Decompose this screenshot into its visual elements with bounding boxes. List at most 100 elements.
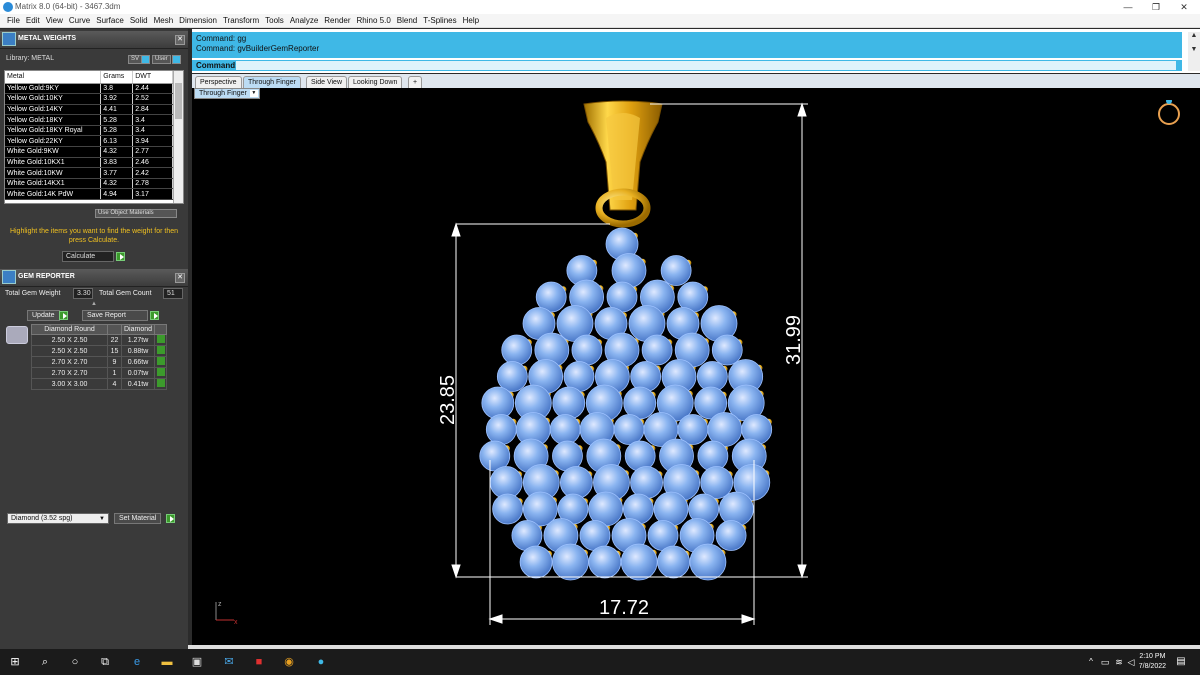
viewport[interactable]: 23.85 31.99 17.72 z x: [192, 100, 1200, 645]
chevron-down-icon[interactable]: ▼: [99, 514, 105, 525]
select-gem-icon[interactable]: [154, 367, 168, 379]
total-gem-weight-value: 3.30: [73, 288, 93, 299]
windows-start-icon[interactable]: ⊞: [6, 653, 24, 671]
select-gem-icon[interactable]: [154, 356, 168, 368]
tab-side-view[interactable]: Side View: [306, 76, 348, 88]
mail-icon[interactable]: ✉: [220, 653, 238, 671]
app-red-icon[interactable]: ■: [250, 653, 268, 671]
select-gem-icon[interactable]: [154, 378, 168, 390]
chevron-down-icon[interactable]: ▼: [249, 90, 258, 97]
col-diamond[interactable]: Diamond: [120, 324, 156, 335]
table-row[interactable]: White Gold:9KW 4.32 2.77: [5, 146, 173, 158]
menu-rhino[interactable]: Rhino 5.0: [354, 14, 394, 27]
menu-view[interactable]: View: [43, 14, 66, 27]
col-count[interactable]: [107, 324, 122, 335]
command-input[interactable]: [236, 61, 1176, 70]
add-tab-button[interactable]: +: [408, 76, 423, 88]
user-button[interactable]: User: [152, 55, 171, 64]
diamond-gem: [549, 414, 581, 445]
maximize-button[interactable]: ❐: [1142, 0, 1170, 14]
table-row[interactable]: White Gold:10KX1 3.83 2.46: [5, 157, 173, 169]
chevron-up-icon[interactable]: ^: [1084, 653, 1098, 671]
file-explorer-icon[interactable]: ▬: [158, 653, 176, 671]
menu-edit[interactable]: Edit: [23, 14, 43, 27]
col-grams[interactable]: Grams: [100, 71, 134, 84]
menu-file[interactable]: File: [4, 14, 23, 27]
material-select[interactable]: Diamond (3.52 spg): [7, 513, 109, 524]
menu-tools[interactable]: Tools: [262, 14, 287, 27]
table-row[interactable]: Yellow Gold:18KY 5.28 3.4: [5, 114, 173, 126]
metal-table-scrollbar[interactable]: [173, 71, 183, 203]
table-row[interactable]: Yellow Gold:22KY 6.13 3.94: [5, 135, 173, 148]
table-row[interactable]: Yellow Gold:14KY 4.41 2.84: [5, 104, 173, 116]
task-view-icon[interactable]: ⧉: [96, 653, 114, 671]
menu-solid[interactable]: Solid: [127, 14, 151, 27]
ring-icon[interactable]: [1158, 100, 1180, 125]
network-icon[interactable]: ▭: [1098, 653, 1112, 671]
chrome-icon[interactable]: ◉: [280, 653, 298, 671]
metal-table[interactable]: Metal Grams DWT Yellow Gold:9KY 3.8 2.44 Ye…: [4, 70, 184, 204]
update-button[interactable]: Update: [27, 310, 60, 321]
select-gem-icon[interactable]: [154, 345, 168, 357]
tab-through-finger[interactable]: Through Finger: [243, 76, 301, 88]
command-scrollbar[interactable]: ▲ ▼: [1188, 32, 1200, 71]
search-icon[interactable]: ⌕: [36, 653, 54, 671]
table-row[interactable]: 2.70 X 2.70 1 0.07tw: [31, 367, 168, 379]
viewport-title[interactable]: Through Finger ▼: [194, 88, 260, 99]
menu-curve[interactable]: Curve: [66, 14, 93, 27]
select-gem-icon[interactable]: [154, 334, 168, 346]
menu-mesh[interactable]: Mesh: [151, 14, 177, 27]
close-icon[interactable]: ✕: [175, 273, 185, 283]
menu-tsplines[interactable]: T-Splines: [420, 14, 459, 27]
notification-icon[interactable]: ▤: [1172, 653, 1190, 671]
taskbar-clock[interactable]: 2:10 PM 7/8/2022: [1139, 652, 1166, 672]
matrix-app-icon[interactable]: ●: [312, 653, 330, 671]
set-material-button[interactable]: Set Material: [114, 513, 162, 524]
volume-icon[interactable]: ◁: [1124, 653, 1138, 671]
table-row[interactable]: White Gold:14KX1 4.32 2.78: [5, 178, 173, 190]
cortana-icon[interactable]: ○: [66, 653, 84, 671]
user-toggle[interactable]: [172, 55, 181, 64]
col-diamond-round[interactable]: Diamond Round: [31, 324, 108, 335]
sv-button[interactable]: SV: [128, 55, 143, 64]
save-report-go-icon[interactable]: [150, 311, 159, 320]
close-icon[interactable]: ✕: [175, 35, 185, 45]
menu-render[interactable]: Render: [321, 14, 353, 27]
menu-surface[interactable]: Surface: [93, 14, 127, 27]
gem-table[interactable]: Diamond Round Diamond 2.50 X 2.50 22 1.27t…: [4, 324, 182, 390]
table-row[interactable]: Yellow Gold:10KY 3.92 2.52: [5, 93, 173, 105]
collapse-icon[interactable]: ▲: [91, 299, 97, 310]
table-row[interactable]: Yellow Gold:9KY 3.8 2.44: [5, 83, 173, 95]
grams-cell: 3.8: [100, 83, 134, 95]
menu-help[interactable]: Help: [460, 14, 482, 27]
table-row[interactable]: White Gold:10KW 3.77 2.42: [5, 167, 173, 179]
calculate-go-icon[interactable]: [116, 252, 125, 261]
menu-dimension[interactable]: Dimension: [176, 14, 220, 27]
edge-icon[interactable]: e: [128, 653, 146, 671]
col-metal[interactable]: Metal: [5, 71, 102, 84]
menu-transform[interactable]: Transform: [220, 14, 262, 27]
col-dwt[interactable]: DWT: [132, 71, 173, 84]
table-row[interactable]: White Gold:14K PdW 4.94 3.17: [5, 188, 173, 201]
set-material-go-icon[interactable]: [166, 514, 175, 523]
store-icon[interactable]: ▣: [188, 653, 206, 671]
tab-looking-down[interactable]: Looking Down: [348, 76, 403, 88]
tab-perspective[interactable]: Perspective: [195, 76, 242, 88]
save-report-button[interactable]: Save Report: [82, 310, 148, 321]
minimize-button[interactable]: —: [1114, 0, 1142, 14]
table-row[interactable]: 3.00 X 3.00 4 0.41tw: [31, 378, 168, 390]
table-row[interactable]: 2.50 X 2.50 22 1.27tw: [31, 334, 168, 346]
table-row[interactable]: 2.50 X 2.50 15 0.88tw: [31, 345, 168, 357]
menu-blend[interactable]: Blend: [394, 14, 420, 27]
sv-toggle[interactable]: [141, 55, 150, 64]
update-go-icon[interactable]: [59, 311, 68, 320]
diamond-icon: [6, 326, 28, 344]
viewport-canvas[interactable]: 23.85 31.99 17.72 z x: [192, 100, 1200, 645]
use-object-materials-checkbox[interactable]: Use Object Materials: [95, 209, 177, 218]
table-row[interactable]: 2.70 X 2.70 9 0.66tw: [31, 356, 168, 368]
grams-cell: 3.77: [100, 167, 134, 179]
calculate-button[interactable]: Calculate: [62, 251, 114, 262]
close-button[interactable]: ✕: [1170, 0, 1198, 14]
table-row[interactable]: Yellow Gold:18KY Royal 5.28 3.4: [5, 125, 173, 137]
menu-analyze[interactable]: Analyze: [287, 14, 321, 27]
